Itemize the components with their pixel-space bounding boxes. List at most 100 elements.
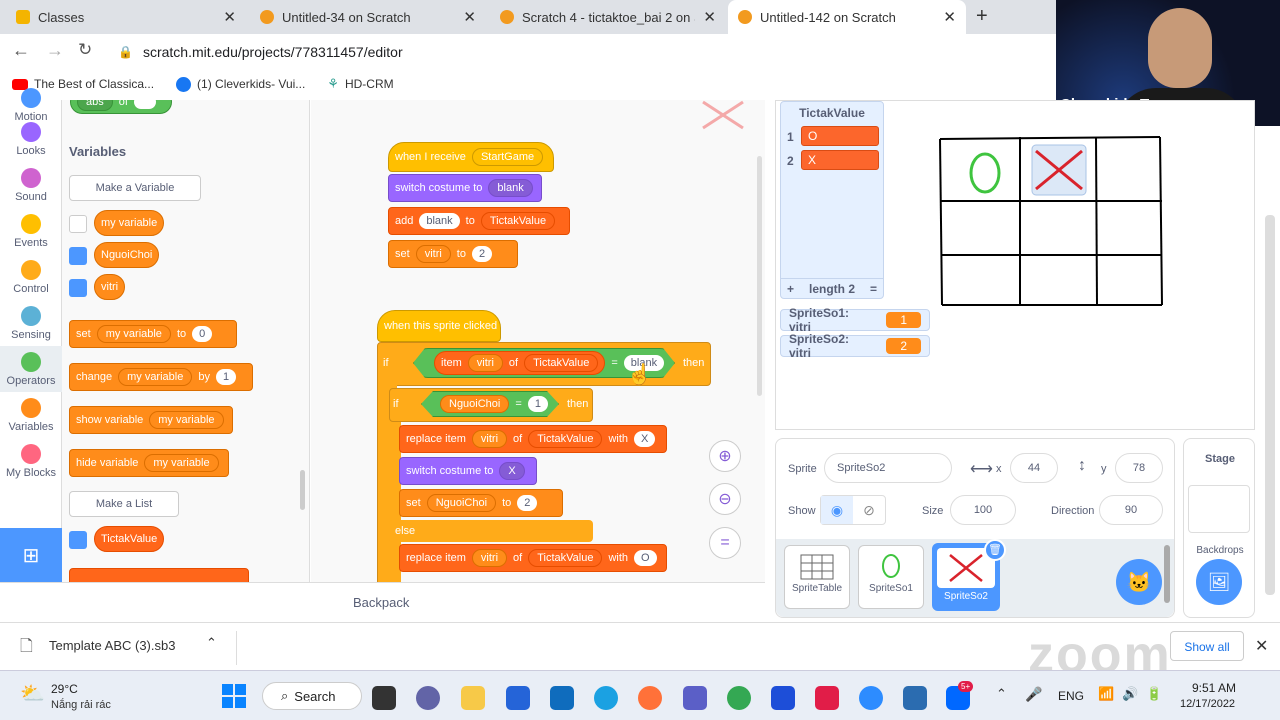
list-dropdown[interactable]: TictakValue	[524, 354, 598, 372]
bookmark-cleverkids[interactable]: (1) Cleverkids- Vui...	[176, 76, 305, 92]
replace-value-input[interactable]: X	[634, 431, 656, 447]
message-dropdown[interactable]: StartGame	[471, 148, 544, 166]
category-control[interactable]: Control	[0, 260, 62, 295]
list-item[interactable]: O	[801, 126, 879, 146]
eye-slash-icon[interactable]: ⊘	[853, 496, 885, 524]
tab-untitled-34[interactable]: Untitled-34 on Scratch ✕	[250, 0, 486, 34]
workspace-scrollbar[interactable]	[757, 156, 762, 396]
my-variable-reporter[interactable]: my variable	[94, 210, 165, 236]
zoom-reset-button[interactable]: =	[709, 527, 741, 559]
nguoichoi-checkbox[interactable]	[69, 247, 87, 265]
abs-dropdown[interactable]: abs	[77, 100, 113, 111]
choose-sprite-button[interactable]: 🐱	[1116, 559, 1162, 605]
url-input[interactable]: 🔒 scratch.mit.edu/projects/778311457/edi…	[108, 38, 1048, 66]
vitri-reporter[interactable]: vitri	[471, 430, 508, 448]
compare-input[interactable]: 1	[528, 396, 548, 412]
variable-dropdown[interactable]: my variable	[96, 325, 171, 343]
add-to-list-block-partial[interactable]	[69, 568, 249, 582]
back-icon[interactable]: ←	[12, 40, 30, 61]
set-nguoichoi-block[interactable]: set NguoiChoi to 2	[399, 489, 563, 517]
temperature[interactable]: 29°C	[51, 682, 78, 696]
o-mark[interactable]	[969, 152, 1001, 194]
nguoichoi-reporter[interactable]: NguoiChoi	[440, 395, 509, 413]
taskbar-search[interactable]: ⌕ Search	[262, 682, 362, 710]
backpack-bar[interactable]: Backpack	[0, 582, 765, 622]
category-my-blocks[interactable]: My Blocks	[0, 444, 62, 479]
clock-time[interactable]: 9:51 AM	[1192, 681, 1236, 695]
chrome-icon[interactable]	[727, 686, 751, 710]
switch-costume-block[interactable]: switch costume to blank	[388, 174, 542, 202]
hide-variable-block[interactable]: hide variable my variable	[69, 449, 229, 477]
nguoichoi-equals-operator[interactable]: NguoiChoi = 1	[421, 391, 559, 417]
variable-dropdown[interactable]: NguoiChoi	[426, 494, 497, 512]
list-resize-icon[interactable]: =	[870, 282, 877, 296]
value-input[interactable]: 2	[471, 246, 493, 262]
when-i-receive-hat[interactable]: when I receive StartGame	[388, 142, 554, 172]
list-dropdown[interactable]: TictakValue	[528, 430, 603, 448]
teams-icon[interactable]	[683, 686, 707, 710]
category-operators[interactable]: Operators	[0, 346, 62, 392]
stage-thumbnail[interactable]	[1188, 485, 1250, 533]
wps-icon[interactable]	[815, 686, 839, 710]
notepad-icon[interactable]	[903, 686, 927, 710]
zoom-out-button[interactable]: ⊖	[709, 483, 741, 515]
add-value-input[interactable]: blank	[419, 213, 460, 229]
tab-classes[interactable]: Classes ✕	[6, 0, 246, 34]
value-input[interactable]: 2	[517, 495, 538, 511]
costume-dropdown[interactable]: blank	[488, 179, 533, 197]
switch-costume-x-block[interactable]: switch costume to X	[399, 457, 537, 485]
close-icon[interactable]: ✕	[703, 8, 716, 26]
edge-icon[interactable]	[594, 686, 618, 710]
volume-icon[interactable]: 🔊	[1122, 686, 1138, 702]
block-palette[interactable]: abs of Variables Make a Variable my vari…	[62, 100, 310, 582]
bookmark-hd-crm[interactable]: ⚘ HD-CRM	[327, 76, 393, 92]
category-motion[interactable]: Motion	[0, 88, 62, 123]
show-all-button[interactable]: Show all	[1170, 631, 1244, 661]
clock-date[interactable]: 12/17/2022	[1180, 698, 1235, 710]
microphone-icon[interactable]: 🎤	[1025, 686, 1042, 703]
category-variables[interactable]: Variables	[0, 398, 62, 433]
of-input[interactable]	[133, 100, 156, 109]
battery-icon[interactable]: 🔋	[1146, 686, 1162, 702]
delete-sprite-icon[interactable]: 🗑	[984, 539, 1006, 561]
x-input[interactable]: 44	[1010, 453, 1058, 483]
task-view-icon[interactable]	[372, 686, 396, 710]
y-input[interactable]: 78	[1115, 453, 1163, 483]
wifi-icon[interactable]: 📶	[1098, 686, 1114, 702]
chevron-up-icon[interactable]: ⌃	[206, 635, 217, 651]
vitri-checkbox[interactable]	[69, 279, 87, 297]
firefox-icon[interactable]	[638, 686, 662, 710]
value-input[interactable]: 0	[192, 326, 213, 342]
add-to-list-block[interactable]: add blank to TictakValue	[388, 207, 570, 235]
reload-icon[interactable]: ↻	[78, 40, 92, 60]
eye-icon[interactable]: ◉	[821, 496, 853, 524]
vitri-reporter[interactable]: vitri	[471, 549, 508, 567]
store-icon[interactable]	[506, 686, 530, 710]
stage-canvas[interactable]: TictakValue 1 O 2 X + length 2 = SpriteS…	[775, 100, 1255, 430]
set-variable-block[interactable]: set my variable to 0	[69, 320, 237, 348]
variable-dropdown[interactable]: my variable	[149, 411, 224, 429]
close-icon[interactable]: ✕	[943, 8, 956, 26]
list-dropdown[interactable]: TictakValue	[480, 212, 556, 230]
category-sound[interactable]: Sound	[0, 168, 62, 203]
show-variable-block[interactable]: show variable my variable	[69, 406, 233, 434]
sprite-name-input[interactable]: SpriteSo2	[824, 453, 952, 483]
list-dropdown[interactable]: TictakValue	[528, 549, 603, 567]
sprite-thumb-spriteso1[interactable]: SpriteSo1	[858, 545, 924, 609]
chevron-up-icon[interactable]: ⌃	[996, 686, 1007, 702]
variable-dropdown[interactable]: my variable	[118, 368, 193, 386]
replace-item-o-block[interactable]: replace item vitri of TictakValue with O	[399, 544, 667, 572]
when-sprite-clicked-hat[interactable]: when this sprite clicked	[377, 310, 501, 342]
add-extension-button[interactable]: ⊞	[0, 528, 62, 582]
replace-value-input[interactable]: O	[634, 550, 657, 566]
vitri-reporter[interactable]: vitri	[468, 354, 503, 372]
category-sensing[interactable]: Sensing	[0, 306, 62, 341]
set-vitri-block[interactable]: set vitri to 2	[388, 240, 518, 268]
stage-selector-panel[interactable]: Stage Backdrops 🖼	[1183, 438, 1255, 618]
zoom-in-button[interactable]: ⊕	[709, 440, 741, 472]
new-tab-icon[interactable]: +	[976, 5, 988, 28]
my-variable-checkbox[interactable]	[69, 215, 87, 233]
nguoichoi-reporter[interactable]: NguoiChoi	[94, 242, 160, 268]
make-variable-button[interactable]: Make a Variable	[69, 175, 201, 201]
vitri-reporter[interactable]: vitri	[94, 274, 126, 300]
